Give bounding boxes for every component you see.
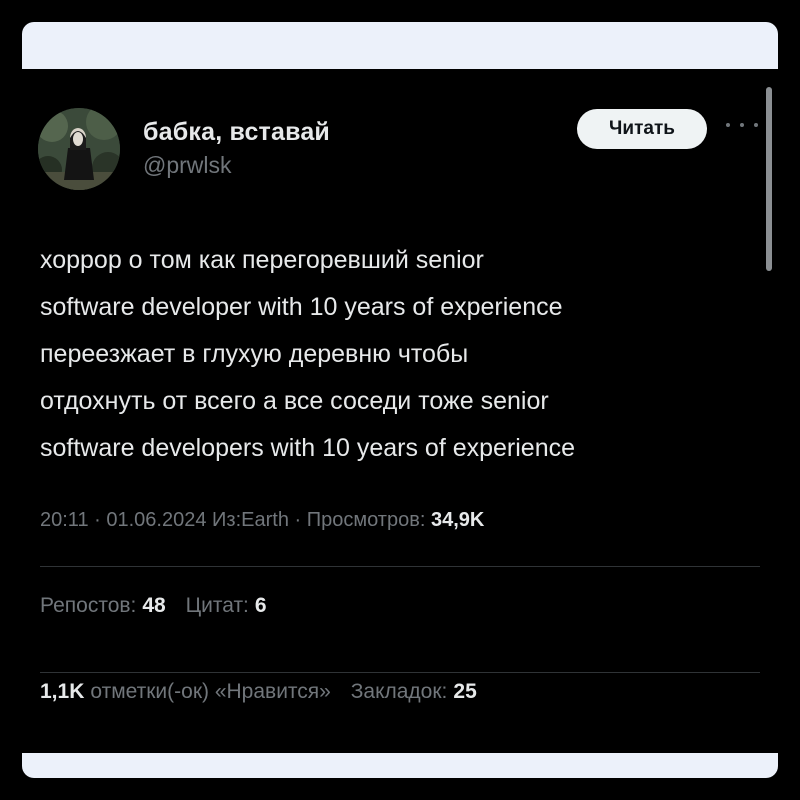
scrollbar[interactable]: [766, 87, 772, 271]
bookmarks-count: 25: [453, 680, 477, 703]
author-handle[interactable]: @prwlsk: [143, 152, 232, 179]
engagement-stats-row-1: Репостов: 48 Цитат: 6: [40, 594, 281, 618]
more-dot: [726, 123, 730, 127]
tweet-meta: 20:11 · 01.06.2024 Из:Earth · Просмотров…: [40, 509, 484, 532]
meta-separator: ·: [294, 509, 302, 531]
more-dot: [754, 123, 758, 127]
reposts-label: Репостов:: [40, 594, 137, 617]
quotes-stat[interactable]: Цитат: 6: [186, 594, 267, 617]
reposts-count: 48: [142, 594, 166, 617]
divider: [40, 566, 760, 567]
likes-stat[interactable]: 1,1K отметки(-ок) «Нравится»: [40, 680, 331, 703]
reposts-stat[interactable]: Репостов: 48: [40, 594, 166, 617]
bookmarks-label: Закладок:: [350, 680, 448, 703]
avatar-image: [38, 108, 120, 190]
avatar[interactable]: [38, 108, 120, 190]
more-horizontal-icon[interactable]: [726, 113, 758, 137]
follow-button[interactable]: Читать: [577, 109, 707, 149]
more-dot: [740, 123, 744, 127]
screenshot-frame: бабка, вставай @prwlsk Читать хоррор о т…: [22, 22, 778, 778]
tweet-text: хоррор о том как перегоревший senior sof…: [40, 246, 576, 462]
author-display-name[interactable]: бабка, вставай: [143, 118, 330, 147]
tweet-source: Из:Earth: [212, 509, 289, 531]
tweet-time[interactable]: 20:11: [40, 509, 89, 531]
likes-count: 1,1K: [40, 680, 85, 703]
tweet-card[interactable]: бабка, вставай @prwlsk Читать хоррор о т…: [22, 69, 778, 753]
quotes-label: Цитат:: [185, 594, 249, 617]
views-label: Просмотров:: [306, 509, 426, 531]
tweet-date[interactable]: 01.06.2024: [106, 509, 206, 531]
likes-label: отметки(-ок) «Нравится»: [90, 680, 331, 703]
bookmarks-stat[interactable]: Закладок: 25: [351, 680, 477, 703]
divider: [40, 672, 760, 673]
views-count: 34,9K: [430, 509, 485, 531]
engagement-stats-row-2: 1,1K отметки(-ок) «Нравится» Закладок: 25: [40, 680, 491, 704]
quotes-count: 6: [254, 594, 267, 617]
meta-separator: ·: [94, 509, 101, 531]
